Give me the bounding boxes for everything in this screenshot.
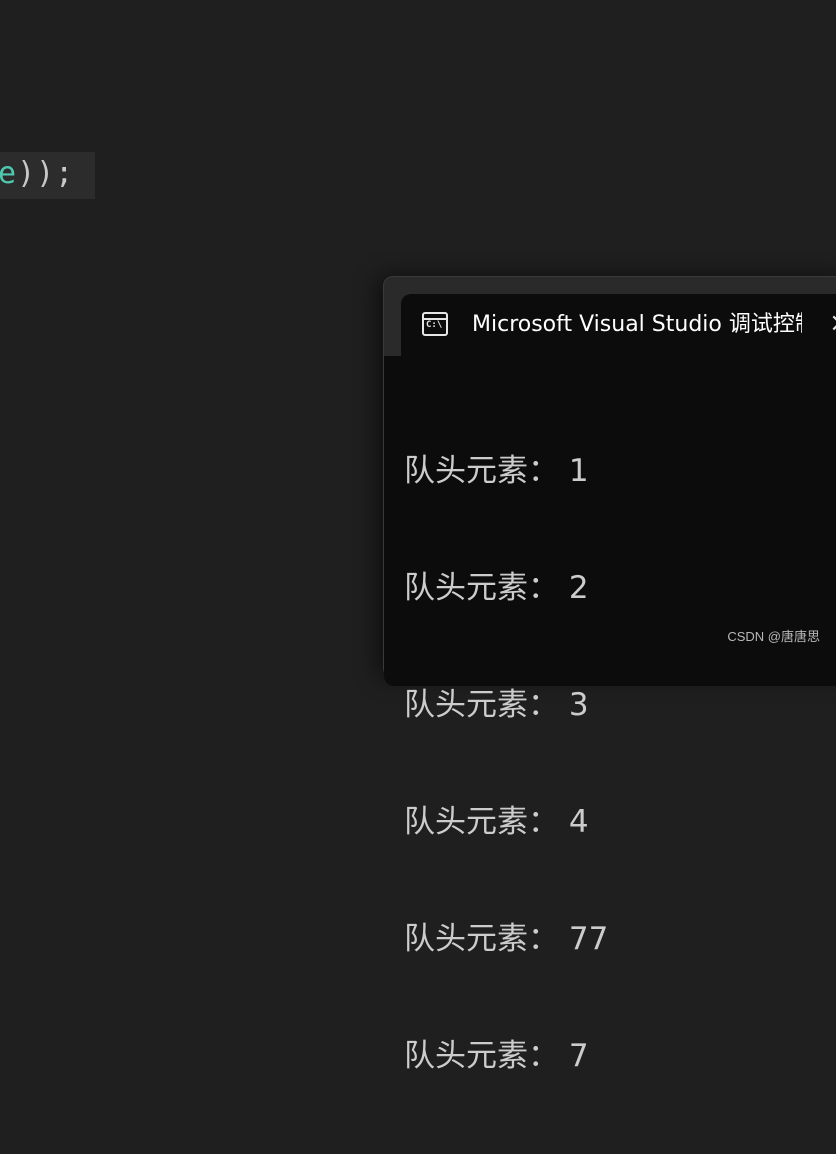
console-icon-text: C:\ — [426, 320, 442, 330]
console-line: 队头元素： 1 — [404, 452, 608, 491]
console-tab[interactable]: C:\ Microsoft Visual Studio 调试控制台 × — [401, 294, 836, 356]
code-line: e)); — [0, 154, 74, 194]
console-line: 队头元素： 77 — [404, 920, 608, 959]
code-punctuation: )); — [17, 156, 74, 191]
code-identifier: e — [0, 156, 17, 191]
console-line: 队头元素： 4 — [404, 803, 608, 842]
watermark: CSDN @唐唐思 — [727, 626, 820, 645]
console-lines: 队头元素： 1 队头元素： 2 队头元素： 3 队头元素： 4 队头元素： 77… — [404, 374, 608, 1154]
console-line: 队头元素： 3 — [404, 686, 608, 725]
console-line: 队头元素： 2 — [404, 569, 608, 608]
close-icon[interactable]: × — [829, 308, 836, 338]
console-line: 队头元素： 7 — [404, 1037, 608, 1076]
debug-console-window: C:\ Microsoft Visual Studio 调试控制台 × 队头元素… — [383, 276, 836, 678]
console-icon: C:\ — [422, 312, 448, 336]
console-tab-title: Microsoft Visual Studio 调试控制台 — [472, 310, 802, 340]
